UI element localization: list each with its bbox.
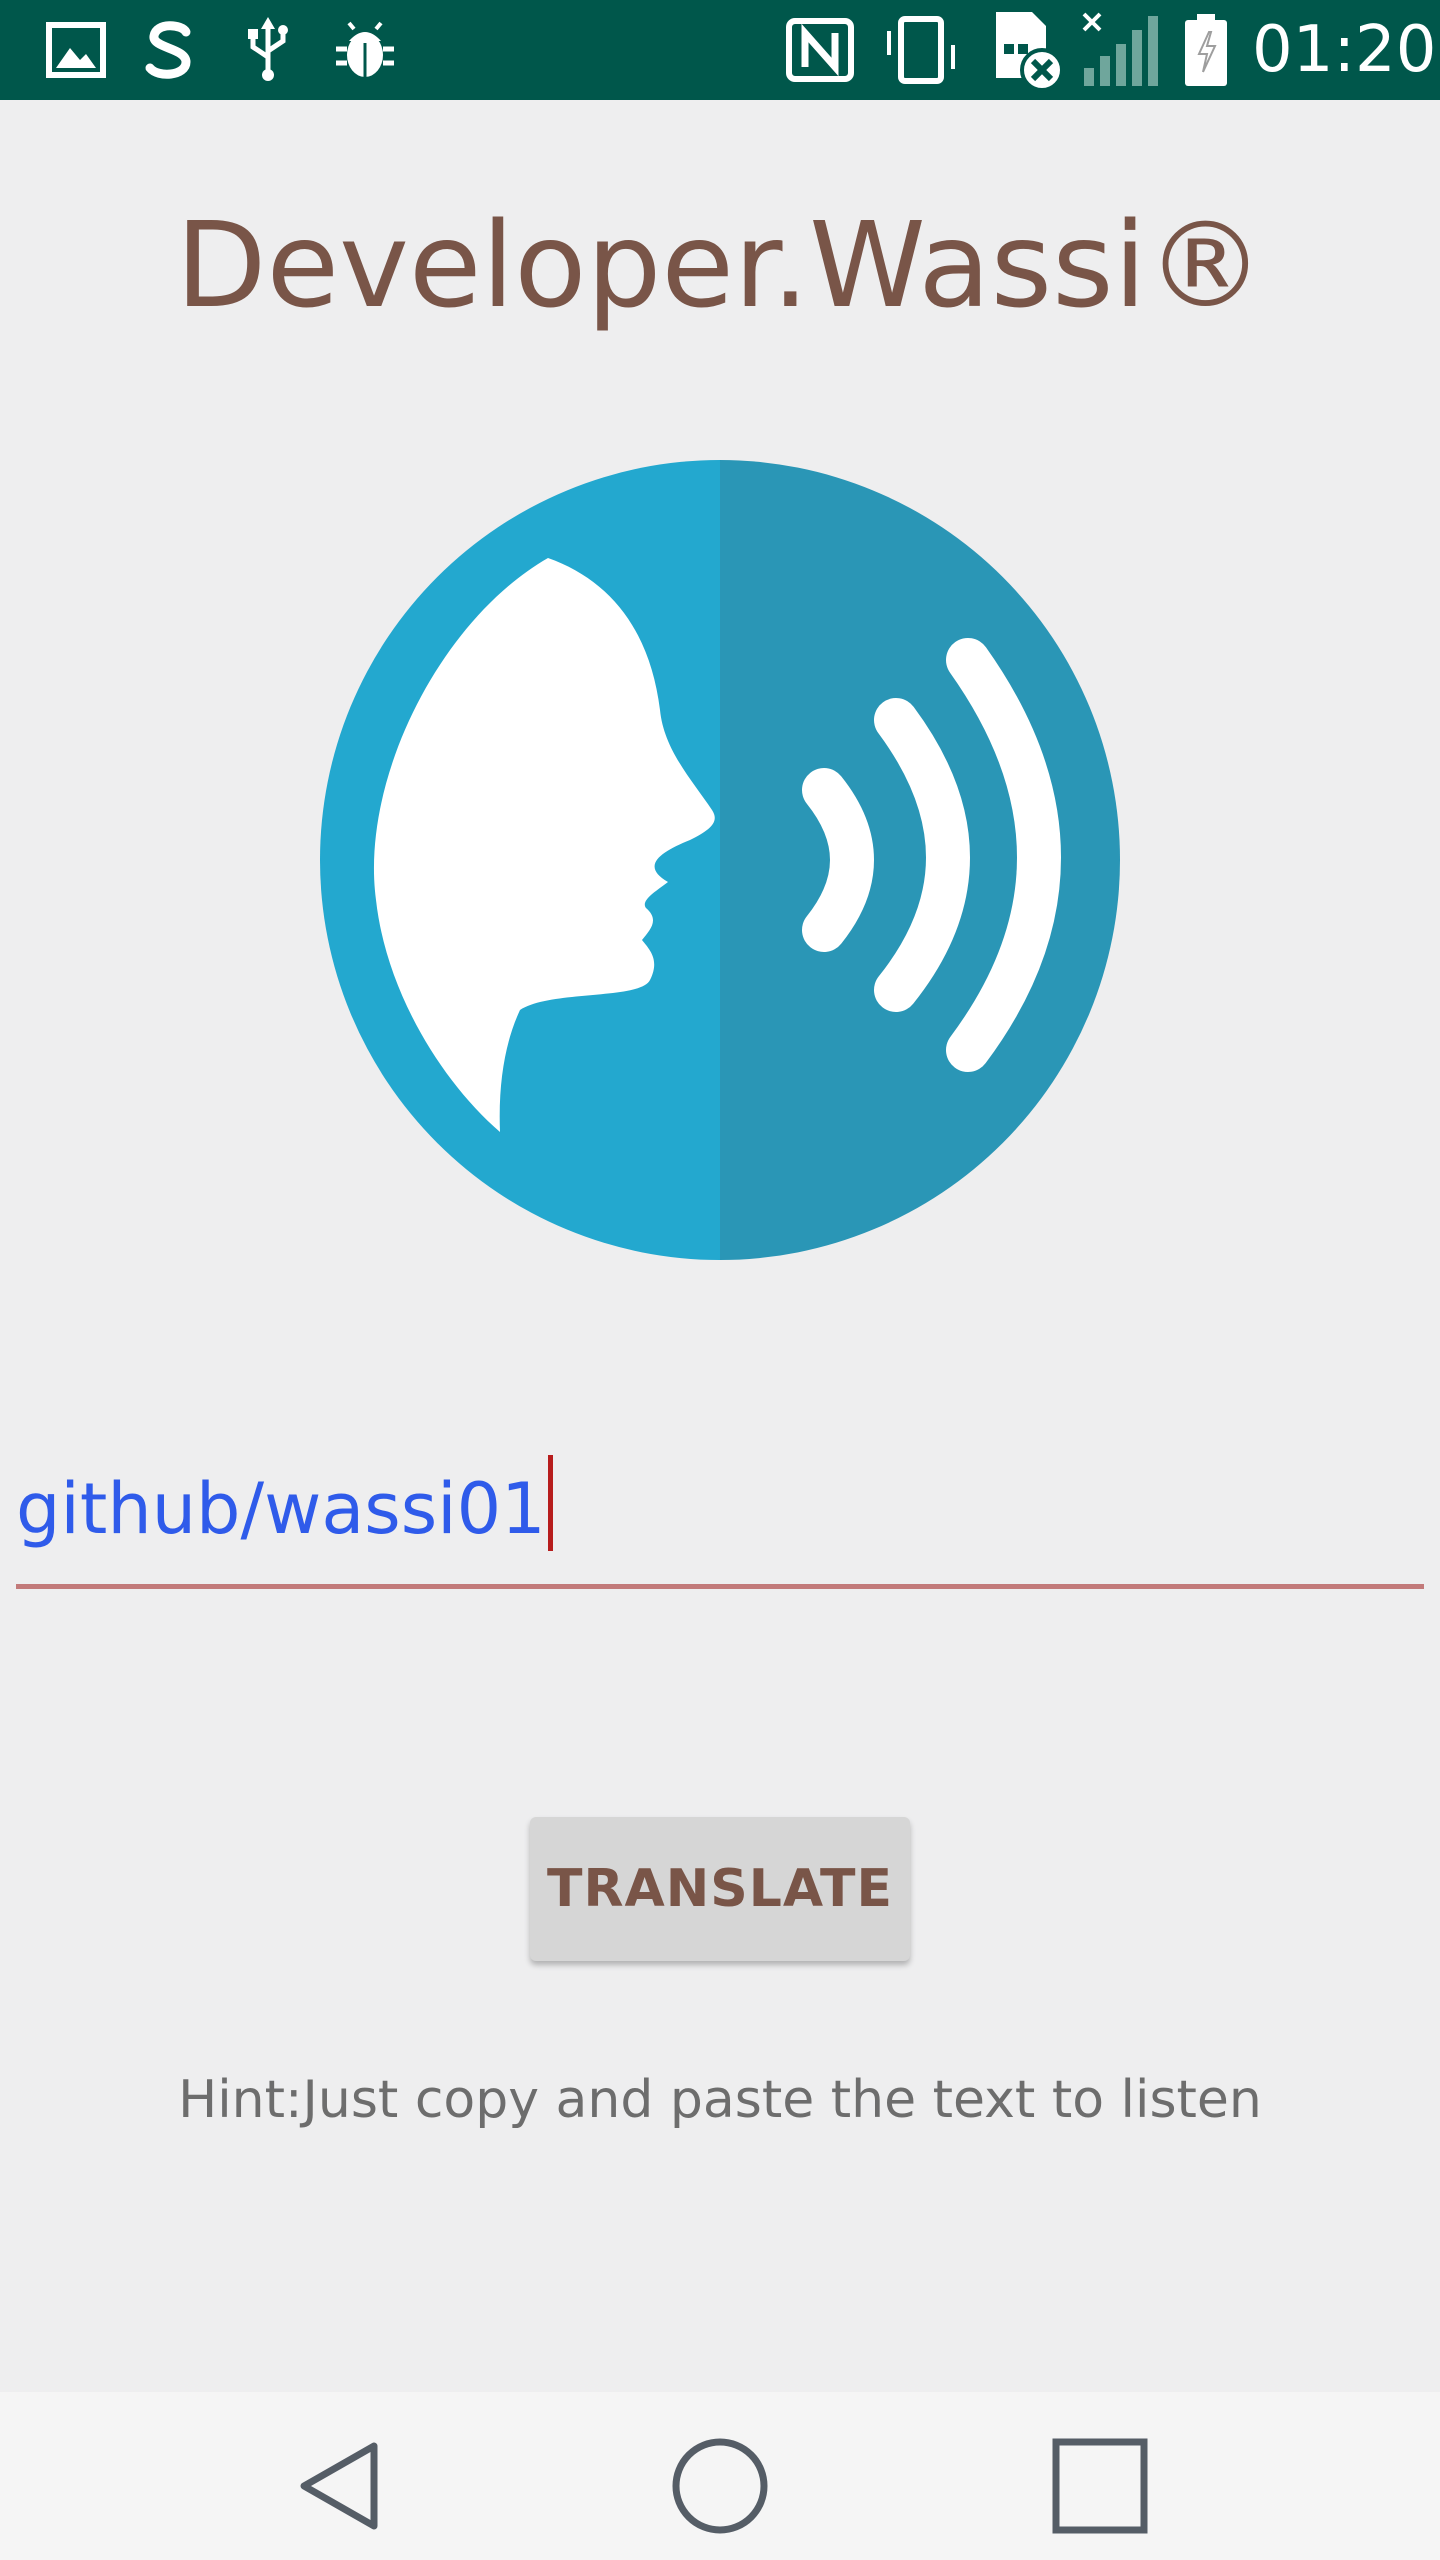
text-input-underline [16, 1584, 1424, 1589]
vibrate-icon [878, 14, 964, 86]
nfc-icon [782, 14, 858, 86]
text-input[interactable]: github/wassi01 [16, 1455, 553, 1559]
battery-icon [1180, 14, 1232, 86]
status-bar: 01:20 [0, 0, 1440, 100]
translate-button[interactable]: TRANSLATE [530, 1817, 910, 1961]
clock: 01:20 [1252, 13, 1437, 87]
navigation-bar [0, 2392, 1440, 2560]
recents-icon[interactable] [1040, 2426, 1160, 2546]
text-cursor [547, 1455, 553, 1551]
speaking-head-icon [320, 460, 1120, 1260]
back-icon[interactable] [280, 2426, 400, 2546]
debug-bug-icon [330, 14, 400, 86]
s-app-icon [138, 14, 202, 86]
signal-no-service-icon [1080, 12, 1164, 86]
home-icon[interactable] [660, 2426, 780, 2546]
app-title: Developer.Wassi® [175, 196, 1265, 334]
usb-icon [238, 14, 298, 86]
no-sim-icon [990, 12, 1070, 92]
hint-text: Hint:Just copy and paste the text to lis… [178, 2070, 1262, 2130]
text-input-value: github/wassi01 [16, 1468, 546, 1550]
image-icon [44, 14, 108, 86]
